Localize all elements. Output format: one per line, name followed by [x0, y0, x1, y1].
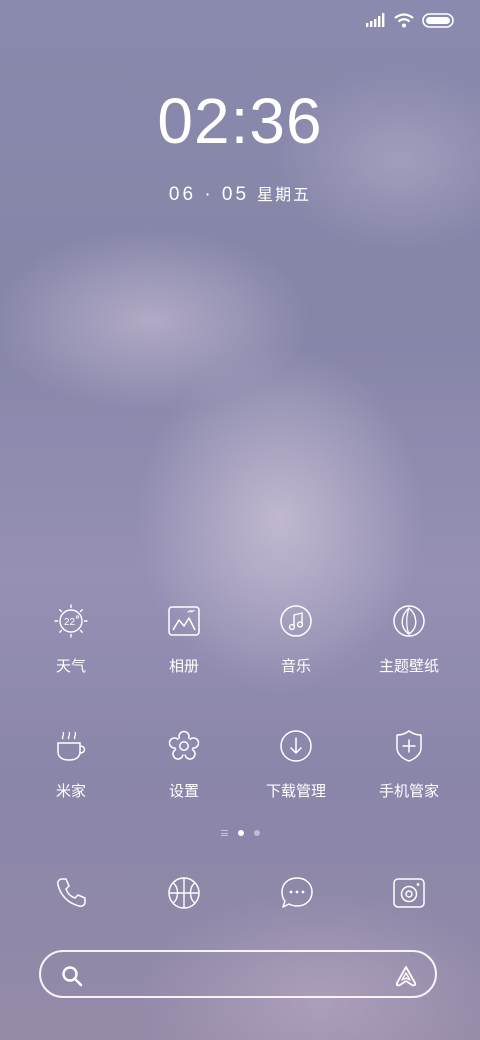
app-label: 音乐 — [280, 658, 311, 675]
status-bar — [366, 10, 454, 30]
themes-icon — [393, 605, 425, 637]
security-icon — [396, 730, 422, 762]
settings-icon — [168, 730, 200, 760]
app-label: 米家 — [55, 783, 86, 800]
lock-clock[interactable]: 02:36 — [0, 84, 480, 158]
search-icon[interactable] — [61, 965, 83, 987]
app-label: 主题壁纸 — [378, 658, 439, 675]
app-music[interactable]: 音乐 — [241, 603, 351, 676]
wallpaper-moon-icon — [352, 206, 419, 268]
weather-temperature: 22 — [64, 617, 76, 628]
assistant-icon[interactable] — [393, 964, 419, 988]
download-icon — [280, 730, 312, 762]
app-settings[interactable]: 设置 — [129, 728, 239, 801]
app-label: 手机管家 — [378, 783, 439, 800]
app-mijia[interactable]: 米家 — [16, 728, 126, 801]
wifi-icon — [394, 12, 414, 27]
app-label: 设置 — [168, 783, 199, 800]
page-dot-active[interactable] — [237, 830, 244, 836]
signal-icon — [366, 13, 385, 27]
app-downloads[interactable]: 下载管理 — [241, 728, 351, 801]
weather-icon: 22 — [54, 604, 88, 638]
messages-icon[interactable] — [279, 875, 315, 911]
gallery-icon — [168, 606, 200, 636]
page-list-icon[interactable] — [220, 830, 228, 836]
search-bar[interactable] — [39, 950, 437, 998]
app-label: 天气 — [55, 658, 86, 675]
camera-icon[interactable] — [391, 875, 427, 911]
page-dot[interactable] — [253, 830, 260, 836]
app-label: 相册 — [168, 658, 199, 675]
app-gallery[interactable]: 相册 — [129, 603, 239, 676]
app-weather[interactable]: 22 天气 — [16, 603, 126, 676]
weekday-text: 星期五 — [257, 187, 312, 204]
mijia-icon — [57, 731, 86, 761]
app-security[interactable]: 手机管家 — [354, 728, 464, 801]
app-label: 下载管理 — [265, 783, 326, 800]
music-icon — [280, 605, 312, 637]
browser-icon[interactable] — [166, 875, 202, 911]
app-themes[interactable]: 主题壁纸 — [354, 603, 464, 676]
date-text: 06 · 05 — [168, 184, 250, 205]
battery-icon — [422, 12, 454, 28]
page-indicator[interactable] — [0, 830, 480, 836]
phone-icon[interactable] — [53, 875, 89, 911]
